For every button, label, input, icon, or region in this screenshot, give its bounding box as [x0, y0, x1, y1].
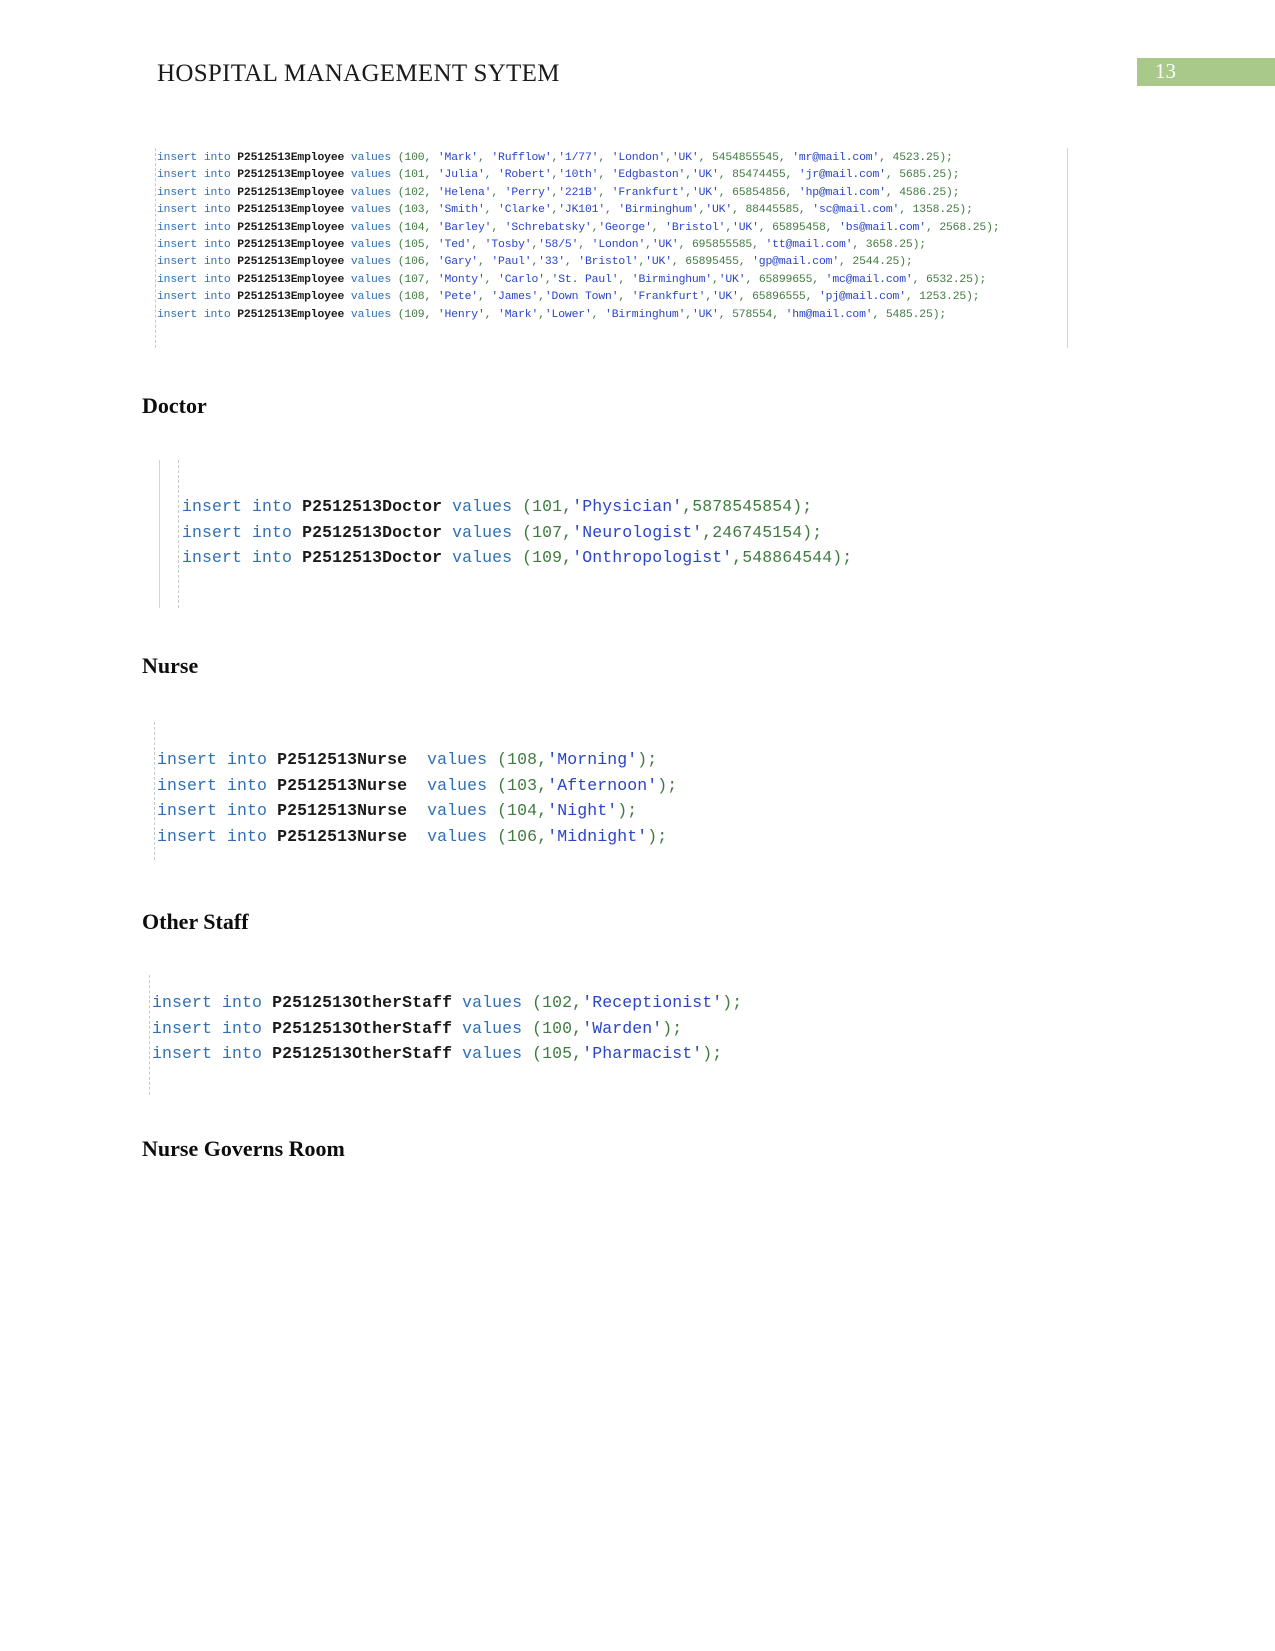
employee-block-guide-right	[1067, 148, 1068, 348]
page-title: HOSPITAL MANAGEMENT SYTEM	[157, 60, 560, 87]
employee-block-guide-left	[155, 148, 156, 348]
section-heading-doctor: Doctor	[142, 393, 207, 418]
doctor-block-guide-outer	[159, 460, 160, 608]
code-line: insert into P2512513Employee values (105…	[157, 239, 926, 252]
code-block-nurse: insert into P2512513Nurse values (108,'M…	[157, 747, 677, 849]
code-block-doctor: insert into P2512513Doctor values (101,'…	[182, 494, 852, 571]
code-line: insert into P2512513OtherStaff values (1…	[152, 1018, 683, 1038]
code-line: insert into P2512513Employee values (102…	[157, 186, 960, 199]
doctor-block-guide-left	[178, 460, 179, 608]
code-line: insert into P2512513Doctor values (101,'…	[182, 497, 813, 516]
code-line: insert into P2512513Employee values (107…	[157, 273, 987, 286]
section-heading-nurse: Nurse	[142, 653, 199, 678]
code-line: insert into P2512513Employee values (109…	[157, 308, 947, 321]
code-line: insert into P2512513OtherStaff values (1…	[152, 993, 743, 1012]
nurse-block-guide-left	[154, 722, 155, 860]
code-line: insert into P2512513OtherStaff values (1…	[152, 1044, 723, 1064]
code-line: insert into P2512513Doctor values (109,'…	[182, 548, 853, 568]
code-line: insert into P2512513Employee values (100…	[157, 152, 953, 164]
code-block-other-staff: insert into P2512513OtherStaff values (1…	[152, 990, 742, 1067]
code-line: insert into P2512513Doctor values (107,'…	[182, 522, 823, 542]
otherstaff-block-guide-left	[149, 975, 150, 1095]
code-line: insert into P2512513Employee values (101…	[157, 169, 960, 182]
code-line: insert into P2512513Employee values (104…	[157, 221, 1000, 234]
code-line: insert into P2512513Nurse values (103,'A…	[157, 775, 678, 795]
page-number: 13	[1155, 59, 1176, 83]
code-line: insert into P2512513Nurse values (106,'M…	[157, 826, 668, 846]
code-line: insert into P2512513Employee values (106…	[157, 256, 913, 269]
document-page: HOSPITAL MANAGEMENT SYTEM 13 insert into…	[0, 0, 1275, 1651]
page-header: HOSPITAL MANAGEMENT SYTEM 13	[0, 0, 1275, 120]
code-line: insert into P2512513Employee values (103…	[157, 204, 973, 217]
section-heading-other-staff: Other Staff	[142, 909, 249, 934]
code-line: insert into P2512513Employee values (108…	[157, 291, 980, 304]
section-heading-nurse-governs-room: Nurse Governs Room	[142, 1136, 345, 1161]
page-number-banner: 13	[1137, 58, 1275, 86]
code-line: insert into P2512513Nurse values (104,'N…	[157, 801, 638, 820]
code-line: insert into P2512513Nurse values (108,'M…	[157, 750, 658, 769]
code-block-employee: insert into P2512513Employee values (100…	[157, 150, 1000, 324]
